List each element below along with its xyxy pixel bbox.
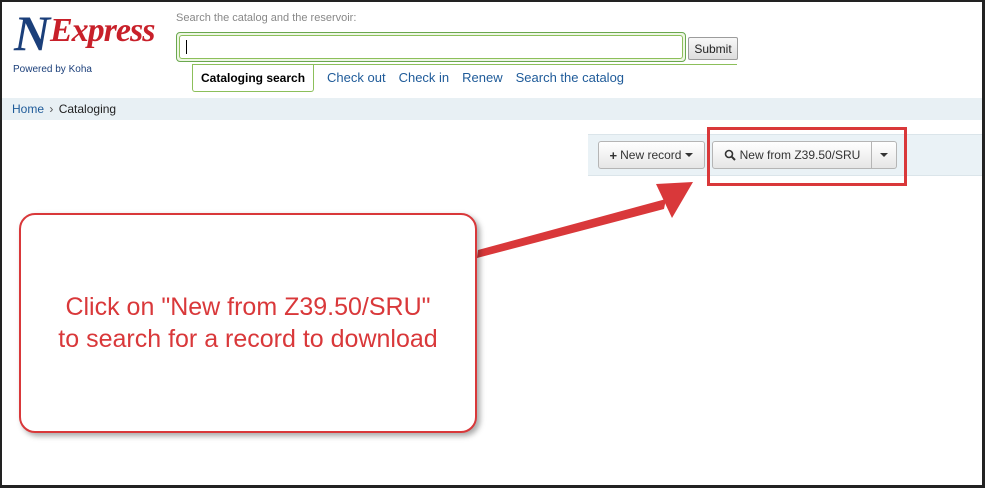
breadcrumb-current: Cataloging	[58, 102, 117, 116]
breadcrumb-home[interactable]: Home	[12, 102, 44, 116]
logo-word: Express	[50, 12, 155, 49]
submit-button[interactable]: Submit	[688, 37, 738, 60]
callout-line-2: to search for a record to download	[58, 325, 438, 353]
search-label: Search the catalog and the reservoir:	[176, 12, 357, 24]
header-tabs: Cataloging search Check out Check in Ren…	[192, 64, 624, 92]
nexpress-logo[interactable]: N Express	[12, 8, 172, 66]
callout-line-1: Click on "New from Z39.50/SRU"	[65, 293, 431, 321]
search-box	[176, 32, 686, 62]
chevron-down-icon	[685, 153, 694, 157]
breadcrumb-separator: ›	[49, 102, 54, 116]
breadcrumb: Home › Cataloging	[2, 98, 982, 120]
tab-check-in[interactable]: Check in	[399, 64, 450, 92]
tab-search-the-catalog[interactable]: Search the catalog	[516, 64, 624, 92]
tab-renew[interactable]: Renew	[462, 64, 502, 92]
logo-letter: N	[14, 5, 50, 61]
tab-check-out[interactable]: Check out	[327, 64, 386, 92]
annotation-highlight-box	[707, 127, 907, 186]
new-record-button[interactable]: + New record	[598, 141, 705, 169]
plus-icon: +	[609, 147, 618, 163]
text-cursor	[186, 40, 187, 54]
search-input[interactable]	[179, 35, 683, 59]
header: N Express Powered by Koha Search the cat…	[2, 2, 982, 98]
annotation-callout: Click on "New from Z39.50/SRU" to search…	[19, 213, 477, 433]
tab-cataloging-search[interactable]: Cataloging search	[192, 64, 315, 92]
callout-text: Click on "New from Z39.50/SRU" to search…	[58, 291, 437, 355]
powered-by-koha[interactable]: Powered by Koha	[13, 64, 92, 75]
new-record-label: New record	[620, 148, 682, 162]
